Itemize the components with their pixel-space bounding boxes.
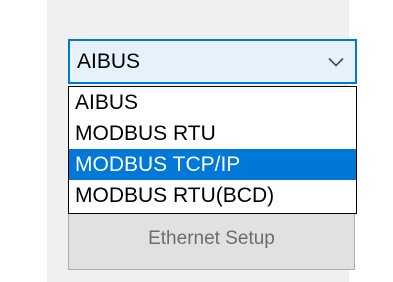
option-modbus-rtu-bcd[interactable]: MODBUS RTU(BCD) [69, 180, 356, 211]
option-modbus-tcp-ip[interactable]: MODBUS TCP/IP [69, 149, 356, 180]
protocol-select-value: AIBUS [77, 50, 141, 73]
option-modbus-rtu[interactable]: MODBUS RTU [69, 118, 356, 149]
chevron-down-icon[interactable] [327, 41, 345, 82]
protocol-options-list: AIBUS MODBUS RTU MODBUS TCP/IP MODBUS RT… [68, 86, 357, 214]
protocol-select[interactable]: AIBUS [68, 39, 357, 84]
ethernet-setup-label: Ethernet Setup [148, 228, 275, 249]
option-aibus[interactable]: AIBUS [69, 87, 356, 118]
ethernet-setup-button[interactable]: Ethernet Setup [68, 214, 355, 270]
